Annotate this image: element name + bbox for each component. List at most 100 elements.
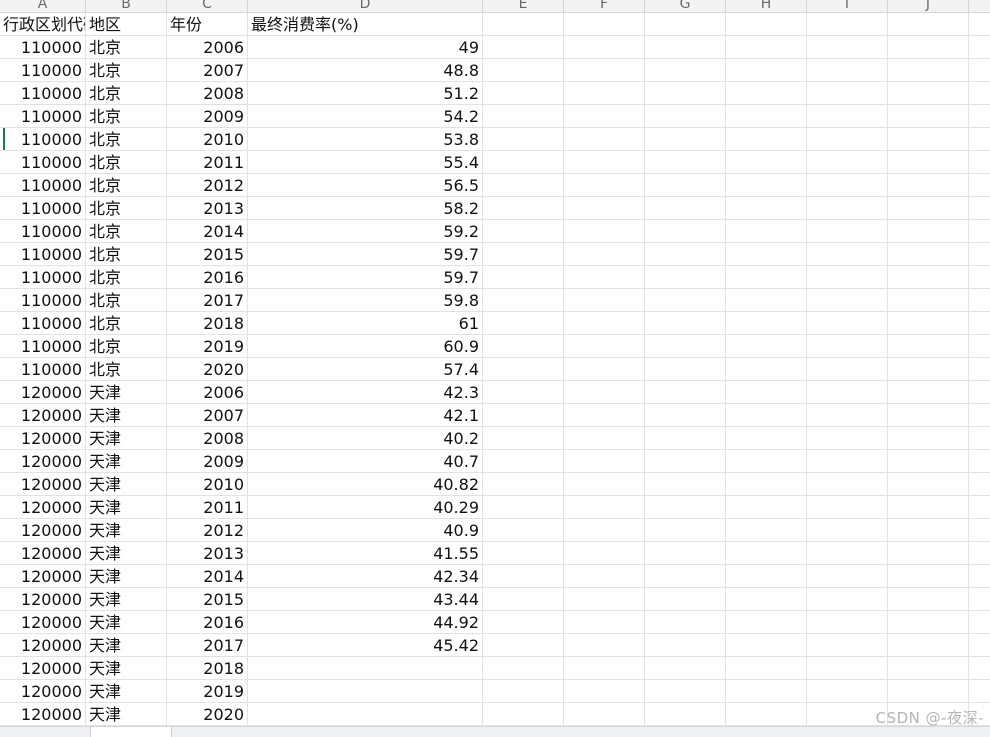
table-cell[interactable]: 北京: [86, 128, 167, 151]
table-cell[interactable]: [807, 657, 888, 680]
table-cell[interactable]: [888, 450, 969, 473]
table-cell[interactable]: [888, 381, 969, 404]
table-cell[interactable]: [564, 105, 645, 128]
table-cell[interactable]: 天津: [86, 542, 167, 565]
table-cell[interactable]: [888, 266, 969, 289]
table-cell[interactable]: 2011: [167, 151, 248, 174]
table-cell[interactable]: [564, 588, 645, 611]
column-header-c[interactable]: C: [167, 0, 248, 12]
table-cell[interactable]: [564, 36, 645, 59]
table-cell[interactable]: 2006: [167, 381, 248, 404]
table-cell[interactable]: [726, 450, 807, 473]
table-cell[interactable]: [726, 404, 807, 427]
table-cell[interactable]: [645, 703, 726, 726]
table-cell[interactable]: [807, 611, 888, 634]
table-cell[interactable]: [483, 174, 564, 197]
table-cell[interactable]: 61: [248, 312, 483, 335]
table-cell[interactable]: [483, 335, 564, 358]
table-cell[interactable]: 2019: [167, 680, 248, 703]
table-cell[interactable]: [888, 588, 969, 611]
table-cell[interactable]: 110000: [0, 105, 86, 128]
table-cell[interactable]: 2015: [167, 588, 248, 611]
table-cell[interactable]: [564, 404, 645, 427]
table-cell[interactable]: [807, 36, 888, 59]
table-cell[interactable]: 40.7: [248, 450, 483, 473]
table-cell[interactable]: [726, 289, 807, 312]
column-header-g[interactable]: G: [645, 0, 726, 12]
table-cell[interactable]: [645, 565, 726, 588]
table-cell[interactable]: 天津: [86, 427, 167, 450]
table-cell[interactable]: [888, 427, 969, 450]
table-cell[interactable]: 2010: [167, 473, 248, 496]
table-cell[interactable]: [888, 36, 969, 59]
table-cell[interactable]: 北京: [86, 289, 167, 312]
table-cell[interactable]: 51.2: [248, 82, 483, 105]
table-cell[interactable]: 42.3: [248, 381, 483, 404]
table-cell[interactable]: [888, 611, 969, 634]
header-cell[interactable]: 行政区划代码: [0, 13, 86, 36]
table-cell[interactable]: [726, 105, 807, 128]
table-cell[interactable]: 58.2: [248, 197, 483, 220]
table-cell[interactable]: [564, 427, 645, 450]
table-cell[interactable]: [888, 197, 969, 220]
column-header-b[interactable]: B: [86, 0, 167, 12]
table-cell[interactable]: [807, 450, 888, 473]
table-cell[interactable]: [726, 473, 807, 496]
table-cell[interactable]: 110000: [0, 358, 86, 381]
table-cell[interactable]: [483, 680, 564, 703]
table-cell[interactable]: [807, 243, 888, 266]
table-cell[interactable]: [483, 151, 564, 174]
table-cell[interactable]: [645, 151, 726, 174]
table-cell[interactable]: [726, 312, 807, 335]
table-cell[interactable]: [807, 542, 888, 565]
table-cell[interactable]: [564, 565, 645, 588]
table-cell[interactable]: 110000: [0, 289, 86, 312]
table-cell[interactable]: 天津: [86, 404, 167, 427]
table-cell[interactable]: [564, 243, 645, 266]
table-cell[interactable]: [248, 680, 483, 703]
table-cell[interactable]: [807, 174, 888, 197]
table-cell[interactable]: [483, 289, 564, 312]
table-cell[interactable]: 2014: [167, 565, 248, 588]
table-cell[interactable]: [888, 220, 969, 243]
table-cell[interactable]: [888, 565, 969, 588]
table-cell[interactable]: 60.9: [248, 335, 483, 358]
spreadsheet-grid[interactable]: 行政区划代码地区年份最终消费率(%)110000北京200649110000北京…: [0, 13, 990, 726]
table-cell[interactable]: [726, 381, 807, 404]
table-cell[interactable]: [483, 381, 564, 404]
table-cell[interactable]: 120000: [0, 404, 86, 427]
table-cell[interactable]: 2011: [167, 496, 248, 519]
table-cell[interactable]: [645, 657, 726, 680]
table-cell[interactable]: 北京: [86, 243, 167, 266]
table-cell[interactable]: 2016: [167, 611, 248, 634]
table-cell[interactable]: 120000: [0, 680, 86, 703]
table-cell[interactable]: [564, 542, 645, 565]
table-cell[interactable]: 天津: [86, 703, 167, 726]
table-cell[interactable]: [807, 59, 888, 82]
table-cell[interactable]: [483, 450, 564, 473]
table-cell[interactable]: [726, 588, 807, 611]
table-cell[interactable]: [564, 151, 645, 174]
table-cell[interactable]: 2013: [167, 197, 248, 220]
table-cell[interactable]: [564, 611, 645, 634]
table-cell[interactable]: [564, 197, 645, 220]
header-cell[interactable]: [807, 13, 888, 36]
table-cell[interactable]: [888, 680, 969, 703]
table-cell[interactable]: [645, 312, 726, 335]
table-cell[interactable]: 120000: [0, 565, 86, 588]
table-cell[interactable]: [645, 634, 726, 657]
table-cell[interactable]: 56.5: [248, 174, 483, 197]
table-cell[interactable]: 120000: [0, 588, 86, 611]
column-header-h[interactable]: H: [726, 0, 807, 12]
table-cell[interactable]: [888, 105, 969, 128]
table-cell[interactable]: 2009: [167, 105, 248, 128]
table-cell[interactable]: 40.82: [248, 473, 483, 496]
table-cell[interactable]: [645, 36, 726, 59]
table-cell[interactable]: [726, 496, 807, 519]
table-cell[interactable]: [807, 565, 888, 588]
header-cell[interactable]: 地区: [86, 13, 167, 36]
table-cell[interactable]: 2018: [167, 312, 248, 335]
table-cell[interactable]: [645, 542, 726, 565]
table-cell[interactable]: 天津: [86, 611, 167, 634]
table-cell[interactable]: [726, 565, 807, 588]
